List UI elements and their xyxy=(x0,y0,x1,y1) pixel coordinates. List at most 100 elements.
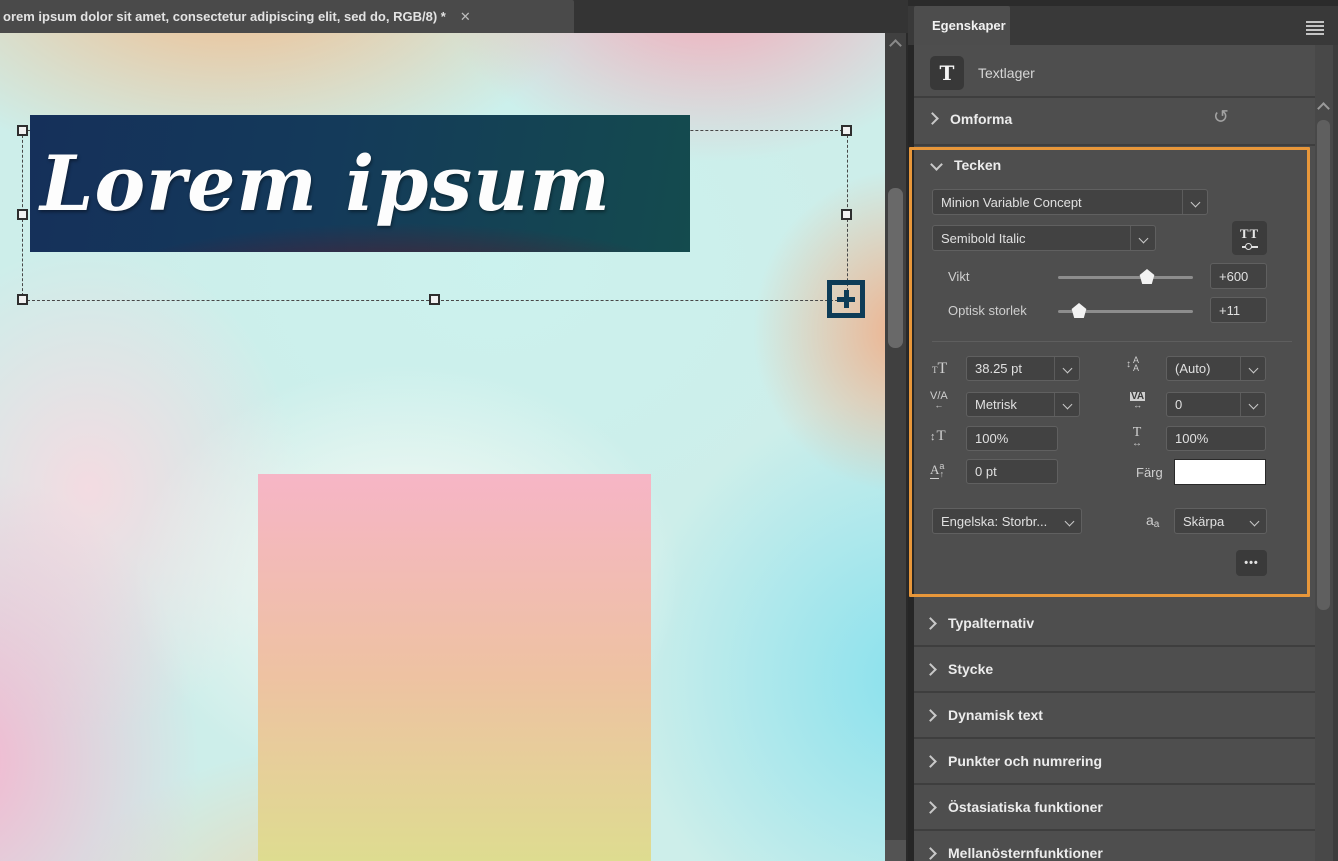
resize-plus-handle[interactable] xyxy=(827,280,865,318)
chevron-right-icon xyxy=(924,800,937,814)
section-stycke[interactable]: Stycke xyxy=(914,647,1315,691)
chevron-right-icon xyxy=(924,754,937,768)
text-color-swatch[interactable] xyxy=(1174,459,1266,485)
font-style-select[interactable]: Semibold Italic xyxy=(932,225,1156,251)
slider-icon xyxy=(1241,240,1258,250)
close-document-icon[interactable]: ✕ xyxy=(460,9,471,25)
kerning-icon: V/A ← xyxy=(930,390,948,410)
lorem-ipsum-text[interactable]: Lorem ipsum xyxy=(30,139,611,228)
chevron-down-icon[interactable] xyxy=(1182,190,1207,214)
selection-handle-mid-right[interactable] xyxy=(841,209,852,220)
reset-icon[interactable]: ↺ xyxy=(1213,108,1229,127)
font-family-value: Minion Variable Concept xyxy=(941,194,1082,210)
weight-slider-track[interactable] xyxy=(1058,276,1193,279)
horizontal-scale-value: 100% xyxy=(1175,431,1209,446)
optical-size-label: Optisk storlek xyxy=(948,303,1027,318)
section-label: Typalternativ xyxy=(948,615,1035,631)
anti-alias-icon: aa xyxy=(1146,512,1160,530)
chevron-right-icon xyxy=(924,616,937,630)
document-tab-bar: orem ipsum dolor sit amet, consectetur a… xyxy=(0,0,908,33)
weight-label: Vikt xyxy=(948,269,970,284)
kerning-select[interactable]: Metrisk xyxy=(966,392,1080,417)
kerning-value: Metrisk xyxy=(975,397,1017,412)
chevron-down-icon[interactable] xyxy=(1057,509,1081,533)
chevron-right-icon xyxy=(924,662,937,676)
language-select[interactable]: Engelska: Storbr... xyxy=(932,508,1082,534)
text-layer-banner[interactable]: Lorem ipsum xyxy=(30,115,690,252)
canvas-scrollbar-thumb[interactable] xyxy=(888,188,903,348)
section-ostasiatiska-funktioner[interactable]: Östasiatiska funktioner xyxy=(914,785,1315,829)
chevron-down-icon[interactable] xyxy=(1130,226,1155,250)
selection-handle-top-left[interactable] xyxy=(17,125,28,136)
leading-select[interactable]: (Auto) xyxy=(1166,356,1266,381)
font-family-select[interactable]: Minion Variable Concept xyxy=(932,189,1208,215)
font-size-icon: TT xyxy=(932,360,948,377)
section-mellanosternfunktioner[interactable]: Mellanösternfunktioner xyxy=(914,831,1315,861)
chevron-down-icon[interactable] xyxy=(1054,357,1079,380)
canvas-scrollbar[interactable] xyxy=(885,33,906,861)
font-style-value: Semibold Italic xyxy=(941,230,1026,246)
font-size-value: 38.25 pt xyxy=(975,361,1022,376)
tracking-select[interactable]: 0 xyxy=(1166,392,1266,417)
tracking-value: 0 xyxy=(1175,397,1183,412)
chevron-down-icon[interactable] xyxy=(1240,357,1265,380)
section-label: Dynamisk text xyxy=(948,707,1043,723)
section-dynamisk-text[interactable]: Dynamisk text xyxy=(914,693,1315,737)
section-punkter-och-numrering[interactable]: Punkter och numrering xyxy=(914,739,1315,783)
baseline-shift-input[interactable]: 0 pt xyxy=(966,459,1058,484)
canvas[interactable]: Lorem ipsum xyxy=(0,33,885,861)
leading-icon: ↕ A A xyxy=(1126,355,1140,373)
section-typalternativ[interactable]: Typalternativ xyxy=(914,601,1315,645)
variable-font-icon: TT xyxy=(1239,226,1260,241)
more-options-button[interactable]: ••• xyxy=(1236,550,1267,576)
chevron-right-icon xyxy=(924,708,937,722)
baseline-shift-value: 0 pt xyxy=(975,464,997,479)
tracking-icon: VA ↔ xyxy=(1130,391,1146,410)
divider xyxy=(914,144,1315,146)
chevron-down-icon[interactable] xyxy=(1240,393,1265,416)
vertical-scale-icon: ↕ T xyxy=(930,428,946,444)
section-label: Stycke xyxy=(948,661,994,677)
horizontal-scale-input[interactable]: 100% xyxy=(1166,426,1266,451)
anti-alias-select[interactable]: Skärpa xyxy=(1174,508,1267,534)
photoshop-workspace: orem ipsum dolor sit amet, consectetur a… xyxy=(0,0,1338,861)
leading-value: (Auto) xyxy=(1175,361,1211,376)
panel-menu-icon[interactable] xyxy=(1306,21,1324,35)
chevron-down-icon[interactable] xyxy=(1054,393,1079,416)
vertical-scale-input[interactable]: 100% xyxy=(966,426,1058,451)
divider xyxy=(932,341,1292,342)
font-size-select[interactable]: 38.25 pt xyxy=(966,356,1080,381)
gradient-rectangle-shape[interactable] xyxy=(258,474,651,861)
baseline-shift-icon: Aa ↑ xyxy=(930,461,945,479)
section-label: Östasiatiska funktioner xyxy=(948,799,1103,815)
document-title: orem ipsum dolor sit amet, consectetur a… xyxy=(3,9,446,24)
text-layer-icon-glyph: T xyxy=(939,61,955,85)
ellipsis-icon: ••• xyxy=(1244,557,1259,569)
text-layer-icon[interactable]: T xyxy=(930,56,964,90)
horizontal-scale-icon: T ↔ xyxy=(1132,425,1142,449)
plus-icon xyxy=(843,290,849,308)
language-value: Engelska: Storbr... xyxy=(941,513,1048,529)
document-tab[interactable]: orem ipsum dolor sit amet, consectetur a… xyxy=(0,0,574,33)
optical-size-input[interactable]: +11 xyxy=(1210,297,1267,323)
panel-right-edge xyxy=(1333,45,1338,861)
selection-handle-bottom-left[interactable] xyxy=(17,294,28,305)
optical-size-value: +11 xyxy=(1219,302,1241,318)
canvas-scrollbar-corner xyxy=(885,840,906,861)
section-label: Mellanösternfunktioner xyxy=(948,845,1103,861)
tab-egenskaper[interactable]: Egenskaper xyxy=(914,6,1010,45)
panel-tab-label: Egenskaper xyxy=(932,18,1006,33)
chevron-down-icon[interactable] xyxy=(1242,509,1266,533)
weight-value: +600 xyxy=(1219,268,1249,284)
layer-type-label: Textlager xyxy=(978,65,1035,81)
selection-handle-bottom-center[interactable] xyxy=(429,294,440,305)
panel-scrollbar-thumb[interactable] xyxy=(1317,120,1330,610)
variable-font-options-button[interactable]: TT xyxy=(1232,221,1267,255)
color-label: Färg xyxy=(1136,465,1163,480)
weight-input[interactable]: +600 xyxy=(1210,263,1267,289)
selection-handle-top-right[interactable] xyxy=(841,125,852,136)
section-tecken[interactable]: Tecken xyxy=(954,157,1001,173)
selection-handle-mid-left[interactable] xyxy=(17,209,28,220)
section-omforma[interactable]: Omforma xyxy=(950,111,1012,127)
vertical-scale-value: 100% xyxy=(975,431,1009,446)
